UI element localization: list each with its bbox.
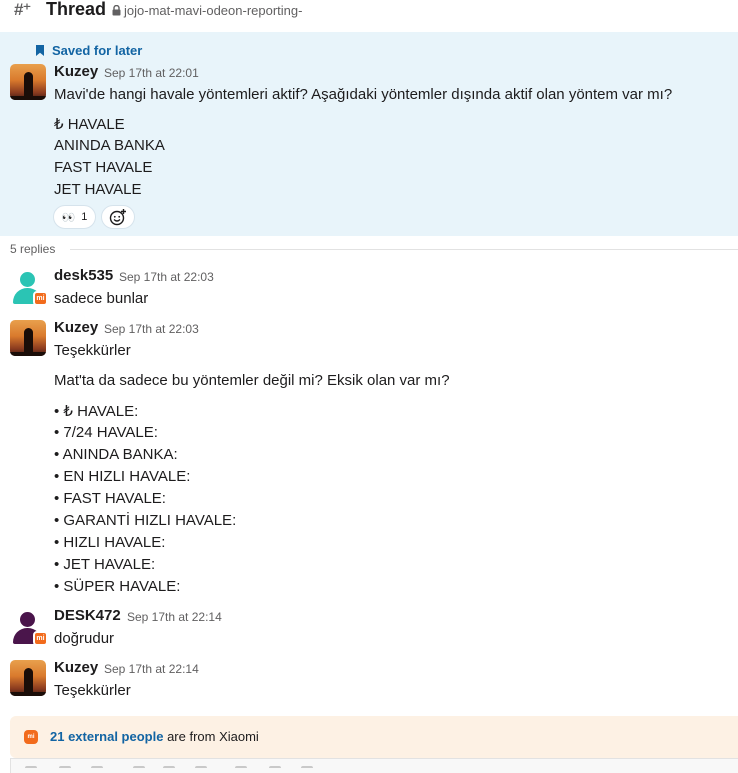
avatar[interactable]: mi [10,268,48,306]
channel-link[interactable]: jojo-mat-mavi-odeon-reporting- [112,3,302,18]
author-name[interactable]: Kuzey [54,63,98,80]
list-item: • ANINDA BANKA: [54,446,178,463]
message-line: JET HAVALE [54,181,142,198]
lock-icon [112,5,121,16]
external-org-text: are from Xiaomi [163,729,259,744]
timestamp[interactable]: Sep 17th at 22:14 [104,662,199,676]
timestamp[interactable]: Sep 17th at 22:14 [127,610,222,624]
external-people-banner: mi 21 external people are from Xiaomi [10,716,738,758]
avatar[interactable] [10,660,46,696]
list-item: • EN HIZLI HAVALE: [54,468,191,485]
bold-icon[interactable] [25,766,37,772]
avatar[interactable] [10,64,46,100]
add-reaction-button[interactable] [101,205,135,229]
timestamp[interactable]: Sep 17th at 22:03 [104,322,199,336]
message-text: sadece bunlar [54,290,149,307]
list-item: • HIZLI HAVALE: [54,534,166,551]
blockquote-icon[interactable] [235,766,247,772]
list-item: • 7/24 HAVALE: [54,424,158,441]
message-text: doğrudur [54,630,115,647]
xiaomi-badge-icon: mi [33,631,48,646]
message-composer[interactable] [10,758,738,773]
reaction-eyes[interactable]: 👀 1 [53,205,96,229]
reaction-count: 1 [81,211,88,223]
ordered-list-icon[interactable] [163,766,175,772]
author-name[interactable]: desk535 [54,267,113,284]
message-line: ANINDA BANKA [54,137,165,154]
strikethrough-icon[interactable] [91,766,103,772]
eyes-emoji-icon: 👀 [61,211,76,224]
external-people-link[interactable]: 21 external people [50,729,163,744]
message-text: Teşekkürler [54,342,131,359]
bulleted-list-icon[interactable] [195,766,207,772]
author-name[interactable]: Kuzey [54,659,98,676]
timestamp[interactable]: Sep 17th at 22:01 [104,66,199,80]
italic-icon[interactable] [59,766,71,772]
xiaomi-badge-icon: mi [33,291,48,306]
saved-label-text: Saved for later [52,43,143,58]
code-icon[interactable] [269,766,281,772]
thread-header: #⁺ Thread jojo-mat-mavi-odeon-reporting- [0,0,738,24]
timestamp[interactable]: Sep 17th at 22:03 [119,270,214,284]
xiaomi-logo-icon: mi [24,730,38,744]
message-text: Mat'ta da sadece bu yöntemler değil mi? … [54,372,450,389]
bookmark-icon [36,45,44,56]
list-item: • ₺ HAVALE: [54,403,139,420]
message-text: Mavi'de hangi havale yöntemleri aktif? A… [54,86,673,103]
divider [70,249,738,250]
reply-count: 5 replies [10,242,56,256]
external-people-text: 21 external people are from Xiaomi [50,729,259,744]
author-name[interactable]: Kuzey [54,319,98,336]
code-block-icon[interactable] [301,766,313,772]
avatar[interactable]: mi [10,608,48,646]
channel-name[interactable]: jojo-mat-mavi-odeon-reporting- [124,3,302,18]
message-line: ₺ HAVALE [54,116,125,133]
list-item: • SÜPER HAVALE: [54,578,181,595]
list-item: • GARANTİ HIZLI HAVALE: [54,512,237,529]
message-text: Teşekkürler [54,682,131,699]
author-name[interactable]: DESK472 [54,607,121,624]
add-emoji-icon [109,209,126,226]
thread-icon: #⁺ [14,0,31,19]
thread-title: Thread [46,0,107,19]
list-item: • JET HAVALE: [54,556,156,573]
list-item: • FAST HAVALE: [54,490,166,507]
message-line: FAST HAVALE [54,159,153,176]
link-icon[interactable] [133,766,145,772]
saved-for-later-label: Saved for later [34,43,142,58]
avatar[interactable] [10,320,46,356]
